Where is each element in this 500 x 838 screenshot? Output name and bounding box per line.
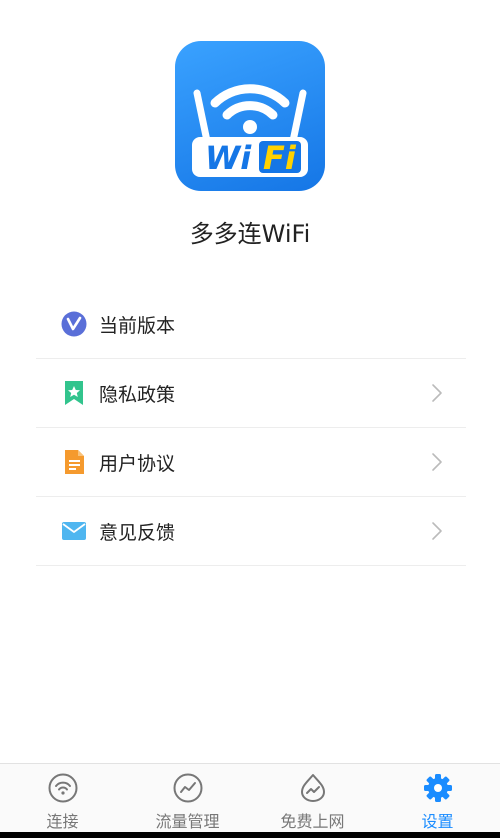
wifi-icon (48, 773, 77, 803)
chevron-right-icon (432, 384, 442, 402)
menu-item-user-agreement[interactable]: 用户协议 (36, 428, 466, 497)
nav-tab-label: 连接 (46, 812, 79, 831)
mail-icon (62, 522, 86, 540)
menu-item-privacy-policy[interactable]: 隐私政策 (36, 359, 466, 428)
nav-tab-settings[interactable]: 设置 (375, 764, 500, 838)
document-icon (65, 450, 84, 474)
logo-fi-text: Fi (263, 139, 297, 177)
bottom-nav: 连接 流量管理 免费上网 设置 (0, 763, 500, 838)
chevron-right-icon (432, 453, 442, 471)
menu-item-label: 当前版本 (99, 314, 176, 337)
app-logo: Wi Fi (175, 41, 325, 191)
gear-icon (423, 774, 452, 802)
logo-wi-text: Wi (205, 139, 252, 177)
menu-item-feedback[interactable]: 意见反馈 (36, 497, 466, 566)
flame-icon (300, 774, 325, 802)
wifi-router-logo-icon: Wi Fi (192, 84, 308, 177)
menu-item-label: 隐私政策 (99, 383, 176, 406)
chart-icon (173, 773, 202, 803)
chevron-right-icon (432, 522, 442, 540)
menu-item-label: 用户协议 (99, 452, 176, 475)
menu-item-label: 意见反馈 (99, 521, 176, 544)
nav-tab-label: 设置 (421, 812, 454, 831)
bookmark-star-icon (65, 381, 83, 405)
app-name: 多多连WiFi (189, 220, 311, 248)
settings-screen: Wi Fi 多多连WiFi 当前版本 隐私政策 用户协议 意见反馈 连接 流量管… (0, 0, 500, 838)
settings-menu: 当前版本 隐私政策 用户协议 意见反馈 (36, 290, 466, 566)
menu-item-version[interactable]: 当前版本 (36, 290, 466, 359)
nav-tab-label: 免费上网 (280, 812, 345, 831)
nav-tab-free-internet[interactable]: 免费上网 (250, 764, 375, 838)
nav-tab-traffic[interactable]: 流量管理 (125, 764, 250, 838)
version-v-icon (61, 311, 87, 337)
nav-tab-label: 流量管理 (155, 812, 220, 831)
nav-tab-connect[interactable]: 连接 (0, 764, 125, 838)
